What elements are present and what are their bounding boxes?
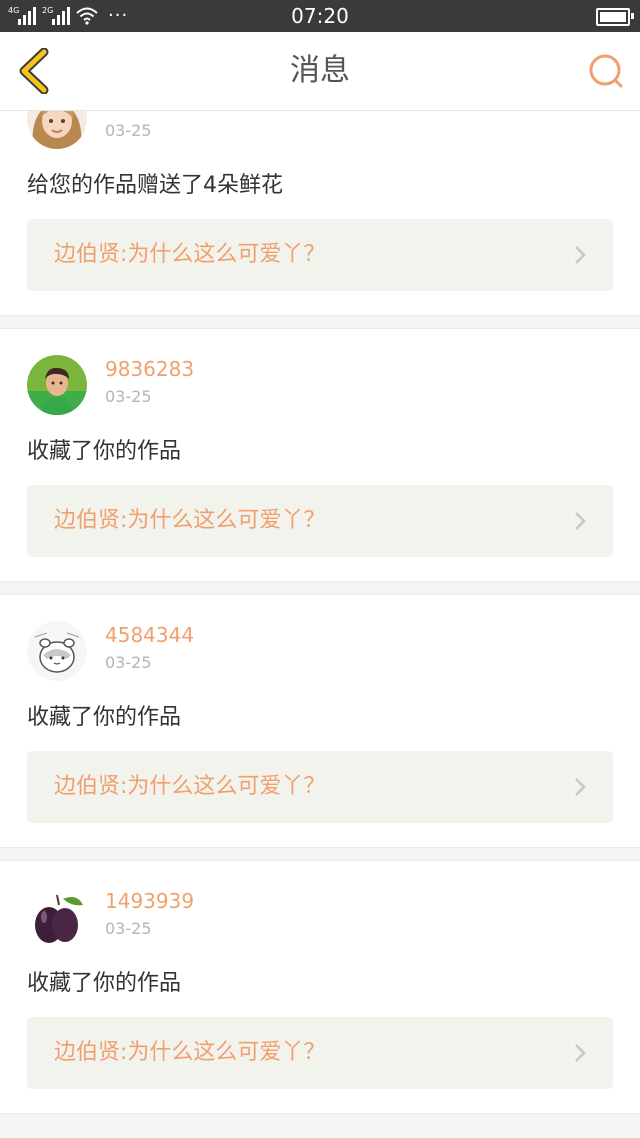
chevron-right-icon <box>575 246 586 264</box>
hamster-avatar-icon <box>27 621 87 681</box>
message-date: 03-25 <box>105 387 152 406</box>
boy-avatar-icon <box>27 355 87 415</box>
search-button[interactable] <box>586 52 626 92</box>
chevron-right-icon <box>575 778 586 796</box>
message-card: 4584344 03-25 收藏了你的作品 边伯贤:为什么这么可爱丫？ <box>0 594 640 848</box>
message-date: 03-25 <box>105 653 152 672</box>
search-icon <box>589 54 623 88</box>
status-time: 07:20 <box>291 4 349 28</box>
message-username[interactable]: 9836283 <box>105 357 194 381</box>
avatar[interactable] <box>27 621 87 681</box>
avatar[interactable] <box>27 355 87 415</box>
message-date: 03-25 <box>105 121 152 140</box>
message-action: 收藏了你的作品 <box>27 971 182 996</box>
message-card: 9836283 03-25 收藏了你的作品 边伯贤:为什么这么可爱丫？ <box>0 328 640 582</box>
status-bar: 4G 2G ··· 07:20 <box>0 0 640 32</box>
plum-avatar-icon <box>27 887 87 947</box>
message-date: 03-25 <box>105 919 152 938</box>
quoted-work-link[interactable]: 边伯贤:为什么这么可爱丫？ <box>27 219 613 291</box>
chevron-right-icon <box>575 1044 586 1062</box>
nav-header: 消息 <box>0 32 640 111</box>
quoted-work-text: 边伯贤:为什么这么可爱丫？ <box>54 508 326 533</box>
quoted-work-link[interactable]: 边伯贤:为什么这么可爱丫？ <box>27 751 613 823</box>
message-card: 1493939 03-25 收藏了你的作品 边伯贤:为什么这么可爱丫？ <box>0 860 640 1114</box>
message-action: 收藏了你的作品 <box>27 705 182 730</box>
battery-icon <box>596 8 634 26</box>
message-username[interactable]: 1493939 <box>105 889 194 913</box>
message-action: 给您的作品赠送了4朵鲜花 <box>27 173 283 198</box>
page-title: 消息 <box>290 53 350 88</box>
quoted-work-text: 边伯贤:为什么这么可爱丫？ <box>54 1040 326 1065</box>
message-action: 收藏了你的作品 <box>27 439 182 464</box>
message-username[interactable]: 4584344 <box>105 623 194 647</box>
avatar[interactable] <box>27 887 87 947</box>
quoted-work-link[interactable]: 边伯贤:为什么这么可爱丫？ <box>27 1017 613 1089</box>
chevron-right-icon <box>575 512 586 530</box>
quoted-work-text: 边伯贤:为什么这么可爱丫？ <box>54 774 326 799</box>
quoted-work-text: 边伯贤:为什么这么可爱丫？ <box>54 242 326 267</box>
quoted-work-link[interactable]: 边伯贤:为什么这么可爱丫？ <box>27 485 613 557</box>
message-list: 5194783 03-25 给您的作品赠送了4朵鲜花 边伯贤:为什么这么可爱丫？… <box>0 62 640 1126</box>
